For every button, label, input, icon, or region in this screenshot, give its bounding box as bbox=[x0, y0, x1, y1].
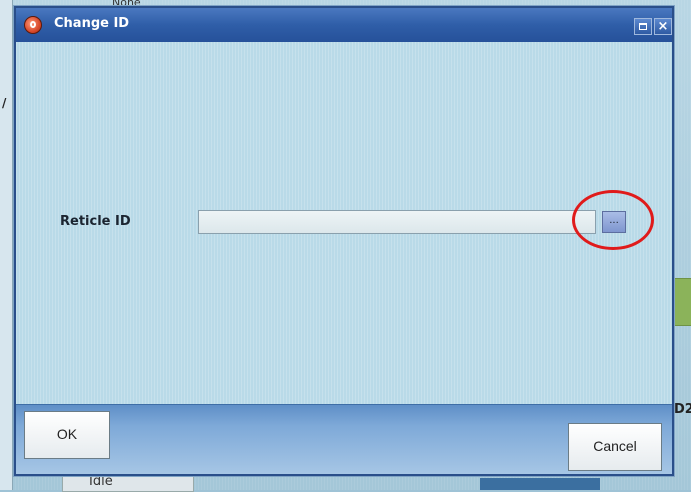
cancel-button-label: Cancel bbox=[593, 438, 637, 454]
dialog-button-bar: OK Cancel bbox=[16, 404, 672, 474]
dialog-titlebar[interactable]: Change ID × bbox=[16, 8, 672, 42]
maximize-icon[interactable] bbox=[634, 18, 652, 35]
highlight-annotation bbox=[572, 190, 654, 250]
background-status-label: Idle bbox=[89, 474, 113, 489]
background-right-label: D2 bbox=[674, 402, 691, 417]
ok-button-label: OK bbox=[56, 426, 78, 442]
background-left-label: / bbox=[2, 96, 7, 110]
dialog-content: Reticle ID ... bbox=[16, 42, 672, 404]
reticle-id-label: Reticle ID bbox=[60, 214, 131, 229]
dialog-title: Change ID bbox=[54, 16, 130, 31]
cancel-button[interactable]: Cancel bbox=[568, 423, 662, 471]
change-id-dialog: Change ID × Reticle ID ... OK Cancel bbox=[14, 6, 674, 476]
close-icon[interactable]: × bbox=[654, 18, 672, 35]
reticle-id-input[interactable] bbox=[198, 210, 596, 234]
app-icon bbox=[24, 16, 42, 34]
ok-button[interactable]: OK bbox=[24, 411, 110, 459]
background-left-strip: / bbox=[0, 0, 13, 490]
background-bottom-bar bbox=[480, 478, 600, 490]
